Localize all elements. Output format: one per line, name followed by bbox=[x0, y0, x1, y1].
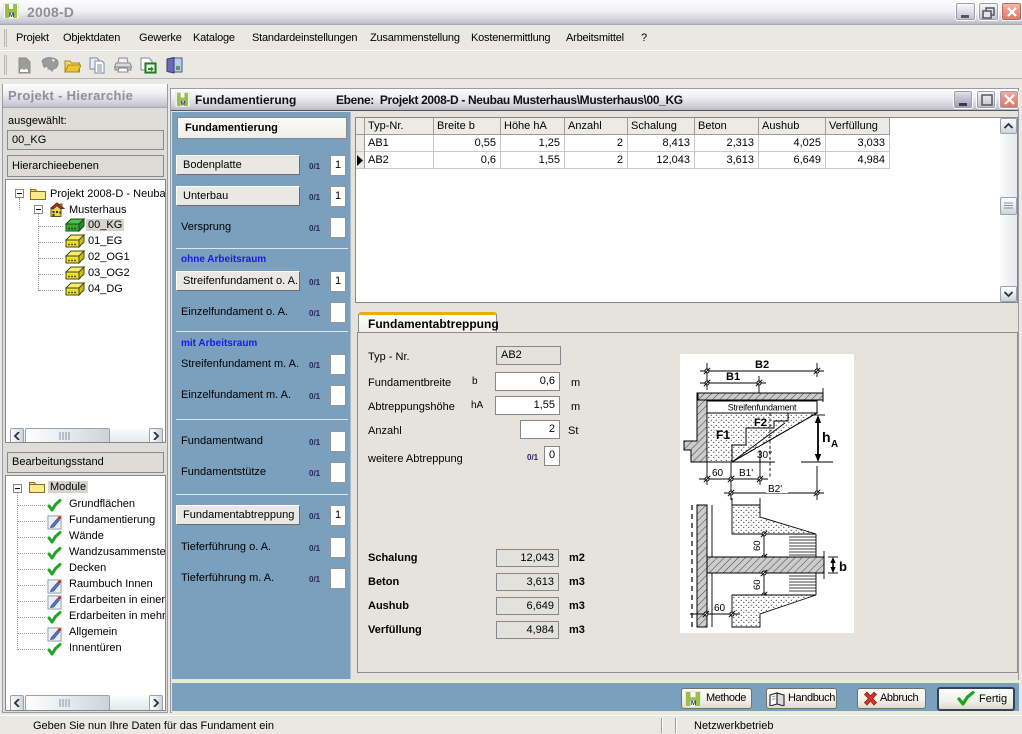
svg-text:M: M bbox=[181, 100, 186, 107]
svg-text:F1: F1 bbox=[716, 428, 730, 442]
svg-text:M: M bbox=[691, 700, 696, 707]
svg-text:60: 60 bbox=[752, 540, 763, 551]
svg-text:A: A bbox=[831, 439, 838, 450]
svg-text:B1': B1' bbox=[739, 468, 753, 479]
svg-text:B2': B2' bbox=[768, 484, 782, 495]
svg-text:B2: B2 bbox=[755, 359, 769, 371]
svg-text:b: b bbox=[839, 559, 847, 574]
svg-text:h: h bbox=[822, 429, 831, 445]
svg-text:60: 60 bbox=[752, 579, 763, 590]
svg-text:M: M bbox=[9, 12, 14, 19]
svg-text:F2: F2 bbox=[754, 417, 767, 429]
svg-text:60: 60 bbox=[714, 603, 726, 614]
svg-text:Streifenfundament: Streifenfundament bbox=[728, 403, 797, 413]
svg-text:B1: B1 bbox=[726, 371, 740, 383]
svg-text:60: 60 bbox=[712, 468, 724, 479]
